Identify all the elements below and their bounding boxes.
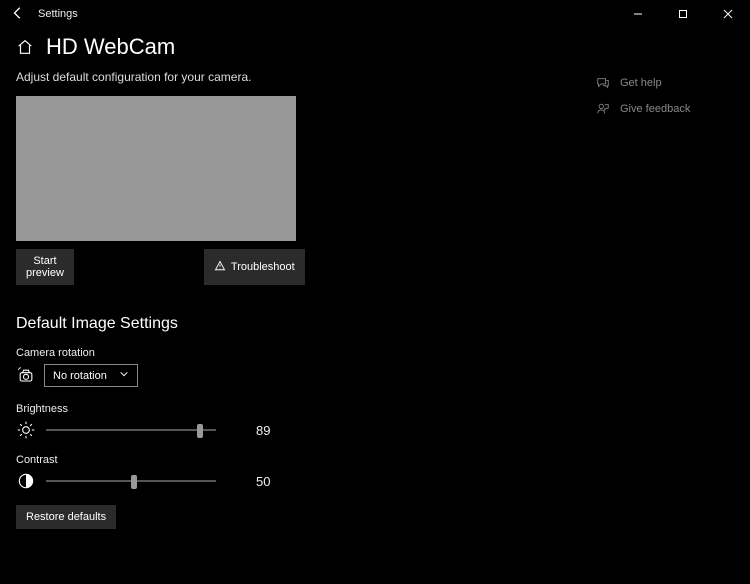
minimize-button[interactable] xyxy=(615,0,660,28)
give-feedback-link[interactable]: Give feedback xyxy=(596,102,734,116)
camera-rotation-icon xyxy=(16,366,36,386)
page-subtitle: Adjust default configuration for your ca… xyxy=(16,70,576,84)
title-bar: Settings xyxy=(0,0,750,28)
button-label: Restore defaults xyxy=(26,511,106,523)
contrast-icon xyxy=(16,471,36,491)
warning-icon xyxy=(214,260,226,275)
app-title: Settings xyxy=(38,8,78,20)
window-controls xyxy=(615,0,750,28)
link-label: Give feedback xyxy=(620,103,690,115)
brightness-icon xyxy=(16,420,36,440)
help-icon xyxy=(596,76,610,90)
rotation-label: Camera rotation xyxy=(16,347,576,359)
maximize-button[interactable] xyxy=(660,0,705,28)
section-title: Default Image Settings xyxy=(16,315,576,333)
start-preview-button[interactable]: Start preview xyxy=(16,249,74,285)
page-title: HD WebCam xyxy=(46,34,175,60)
restore-defaults-button[interactable]: Restore defaults xyxy=(16,505,116,529)
contrast-value: 50 xyxy=(256,474,270,489)
brightness-label: Brightness xyxy=(16,403,576,415)
rotation-select[interactable]: No rotation xyxy=(44,364,138,387)
chevron-down-icon xyxy=(119,369,129,382)
troubleshoot-button[interactable]: Troubleshoot xyxy=(204,249,305,285)
button-label: Start preview xyxy=(26,255,64,279)
link-label: Get help xyxy=(620,77,662,89)
button-label: Troubleshoot xyxy=(231,261,295,273)
brightness-value: 89 xyxy=(256,423,270,438)
feedback-icon xyxy=(596,102,610,116)
close-button[interactable] xyxy=(705,0,750,28)
back-button[interactable] xyxy=(8,6,28,23)
contrast-label: Contrast xyxy=(16,454,576,466)
contrast-slider[interactable] xyxy=(46,472,216,490)
camera-preview xyxy=(16,96,296,241)
brightness-slider[interactable] xyxy=(46,421,216,439)
home-icon[interactable] xyxy=(16,38,34,56)
select-value: No rotation xyxy=(53,370,107,382)
page-header: HD WebCam xyxy=(0,28,750,70)
get-help-link[interactable]: Get help xyxy=(596,76,734,90)
